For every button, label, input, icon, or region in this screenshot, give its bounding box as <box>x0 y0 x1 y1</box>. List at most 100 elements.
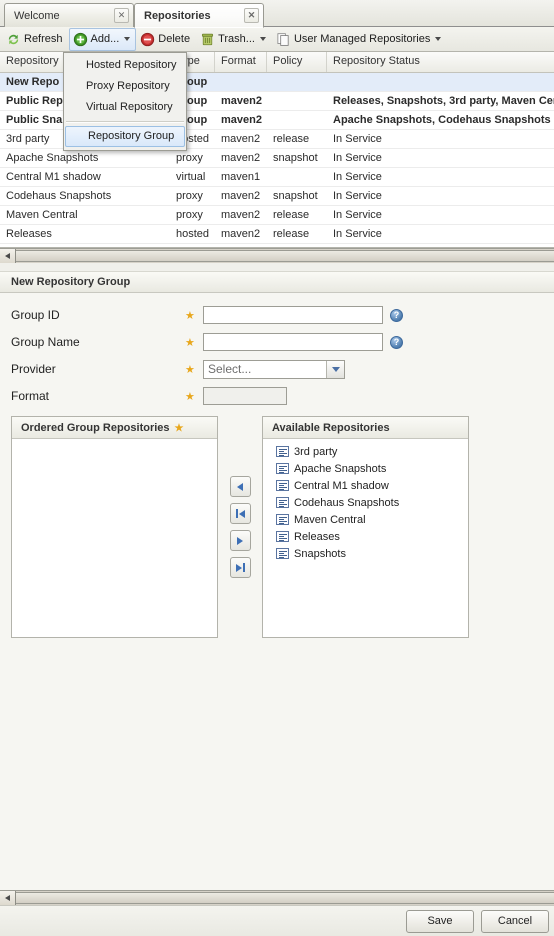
list-item[interactable]: Snapshots <box>263 545 468 562</box>
table-row[interactable]: Apache Snapshots proxy maven2 snapshot I… <box>0 149 554 168</box>
tab-repositories-label: Repositories <box>144 9 211 22</box>
repository-icon <box>276 480 289 491</box>
form-row-provider: Provider ★ Select... <box>11 357 554 381</box>
refresh-label: Refresh <box>24 33 63 45</box>
list-item-label: Central M1 shadow <box>294 479 389 492</box>
repository-icon <box>276 446 289 457</box>
cell-format: maven2 <box>221 228 261 240</box>
cell-format: maven2 <box>221 114 262 126</box>
tab-welcome-close-icon[interactable]: ✕ <box>114 8 129 23</box>
list-item[interactable]: Releases <box>263 528 468 545</box>
required-star-icon: ★ <box>185 363 195 376</box>
label-provider: Provider <box>11 362 56 376</box>
list-item[interactable]: 3rd party <box>263 443 468 460</box>
available-repositories-title: Available Repositories <box>272 422 390 434</box>
cell-repository: Central M1 shadow <box>6 171 101 183</box>
tab-welcome[interactable]: Welcome ✕ <box>4 3 134 27</box>
list-item[interactable]: Central M1 shadow <box>263 477 468 494</box>
cell-repository: Maven Central <box>6 209 78 221</box>
column-header-format[interactable]: Format <box>215 52 267 72</box>
triangle-left-icon <box>5 253 10 259</box>
tab-bar: Welcome ✕ Repositories ✕ <box>0 0 554 28</box>
ordered-group-repositories-title: Ordered Group Repositories <box>21 422 170 434</box>
toolbar: Refresh Add... Delete Trash... User Mana… <box>0 27 554 52</box>
repository-grid: Repository Type Format Policy Repository… <box>0 52 554 248</box>
new-repository-group-panel: New Repository Group Group ID ★ ? Group … <box>0 263 554 936</box>
table-row[interactable]: Codehaus Snapshots proxy maven2 snapshot… <box>0 187 554 206</box>
list-item-label: Apache Snapshots <box>294 462 387 475</box>
refresh-button[interactable]: Refresh <box>2 28 69 51</box>
save-button[interactable]: Save <box>406 909 474 933</box>
repository-icon <box>276 463 289 474</box>
tab-repositories[interactable]: Repositories ✕ <box>134 3 264 28</box>
ordered-group-repositories-list[interactable] <box>12 439 217 637</box>
move-left-button[interactable] <box>229 476 251 497</box>
provider-select[interactable]: Select... <box>203 359 345 379</box>
scrollbar-thumb[interactable] <box>16 250 554 262</box>
trash-button[interactable]: Trash... <box>196 28 272 51</box>
menu-item-virtual-repository[interactable]: Virtual Repository <box>64 97 186 118</box>
cell-format: maven2 <box>221 190 261 202</box>
move-all-right-button[interactable] <box>229 557 251 578</box>
list-item-label: Snapshots <box>294 547 346 560</box>
column-header-status[interactable]: Repository Status <box>327 52 554 72</box>
menu-item-repository-group[interactable]: Repository Group <box>65 126 185 147</box>
help-icon[interactable]: ? <box>390 308 403 322</box>
group-name-input[interactable] <box>203 333 383 351</box>
ordered-group-repositories-panel: Ordered Group Repositories ★ <box>11 416 218 638</box>
cell-format: maven1 <box>221 171 261 183</box>
repository-icon <box>276 514 289 525</box>
panel-title: New Repository Group <box>0 272 554 293</box>
cell-policy: release <box>273 133 310 145</box>
cell-policy: release <box>273 209 310 221</box>
label-format: Format <box>11 389 50 403</box>
cell-repository: Releases <box>6 228 52 240</box>
chevron-down-icon[interactable] <box>326 360 344 378</box>
form-horizontal-scrollbar[interactable] <box>0 890 554 905</box>
triangle-left-icon <box>238 509 245 518</box>
form-body: Group ID ★ ? Group Name ★ ? Provider ★ S… <box>0 293 554 408</box>
bar-icon <box>235 509 238 518</box>
list-item[interactable]: Codehaus Snapshots <box>263 494 468 511</box>
help-icon[interactable]: ? <box>390 335 403 349</box>
move-right-button[interactable] <box>229 530 251 551</box>
list-item[interactable]: Maven Central <box>263 511 468 528</box>
menu-item-hosted-repository[interactable]: Hosted Repository <box>64 55 186 76</box>
repository-filter-button[interactable]: User Managed Repositories <box>272 28 447 51</box>
group-id-input[interactable] <box>203 306 383 324</box>
triangle-left-icon <box>237 482 243 491</box>
add-button[interactable]: Add... <box>68 27 137 51</box>
add-dropdown-menu[interactable]: Hosted Repository Proxy Repository Virtu… <box>63 52 187 151</box>
list-item[interactable]: Apache Snapshots <box>263 460 468 477</box>
available-repositories-list[interactable]: 3rd party Apache Snapshots Central M1 sh… <box>263 439 468 637</box>
form-footer: Save Cancel <box>0 905 554 936</box>
scroll-left-button[interactable] <box>0 249 16 263</box>
cancel-button[interactable]: Cancel <box>481 909 549 933</box>
move-all-left-button[interactable] <box>229 503 251 524</box>
cell-type: proxy <box>176 190 203 202</box>
cell-repository: Apache Snapshots <box>6 152 99 164</box>
table-row[interactable]: Maven Central proxy maven2 release In Se… <box>0 206 554 225</box>
format-input[interactable] <box>203 387 287 405</box>
list-item-label: 3rd party <box>294 445 338 458</box>
menu-item-proxy-repository[interactable]: Proxy Repository <box>64 76 186 97</box>
form-row-group-name: Group Name ★ ? <box>11 330 554 354</box>
cell-status: In Service <box>333 152 382 164</box>
menu-separator <box>66 121 184 123</box>
tab-repositories-close-icon[interactable]: ✕ <box>244 8 259 23</box>
cell-format: maven2 <box>221 152 261 164</box>
ordered-group-repositories-header: Ordered Group Repositories ★ <box>12 417 217 439</box>
required-star-icon: ★ <box>185 336 195 349</box>
cell-type: proxy <box>176 152 203 164</box>
trash-label: Trash... <box>218 33 255 45</box>
cell-type: proxy <box>176 209 203 221</box>
list-item-label: Codehaus Snapshots <box>294 496 400 509</box>
table-row[interactable]: Central M1 shadow virtual maven1 In Serv… <box>0 168 554 187</box>
table-row[interactable]: Releases hosted maven2 release In Servic… <box>0 225 554 244</box>
grid-horizontal-scrollbar[interactable] <box>0 248 554 263</box>
cell-status: In Service <box>333 171 382 183</box>
scroll-left-button[interactable] <box>0 891 16 905</box>
delete-button[interactable]: Delete <box>136 28 196 51</box>
column-header-policy[interactable]: Policy <box>267 52 327 72</box>
scrollbar-thumb[interactable] <box>16 892 554 904</box>
